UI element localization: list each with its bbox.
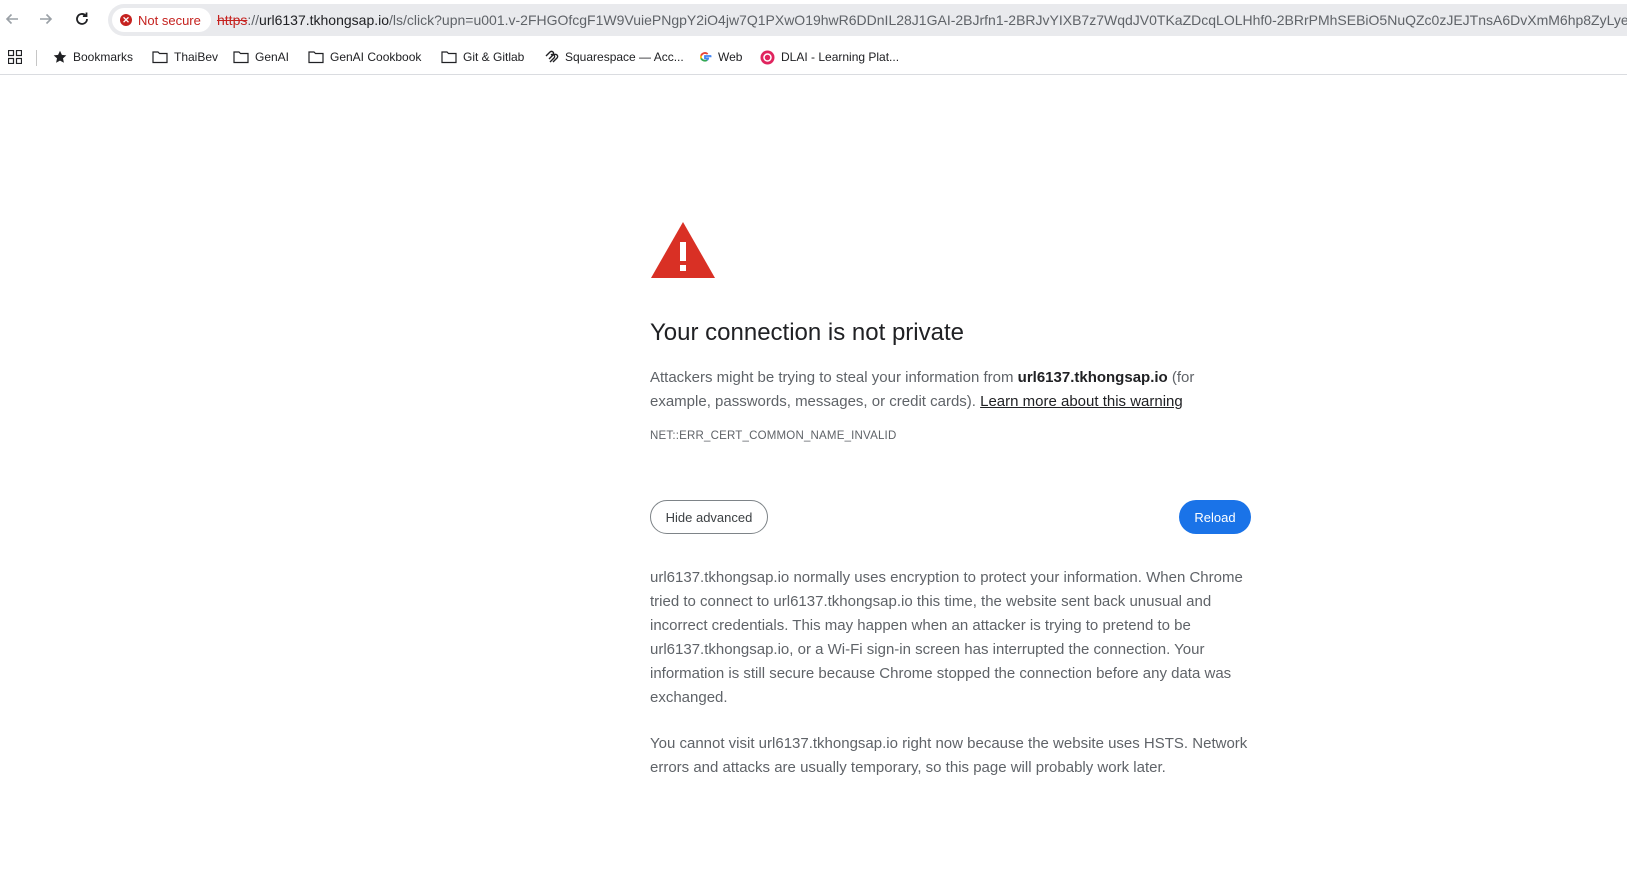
reload-button[interactable]: Reload — [1179, 500, 1251, 534]
page-title: Your connection is not private — [650, 319, 964, 346]
bookmark-label: Web — [718, 50, 743, 64]
url-host: url6137.tkhongsap.io — [259, 12, 390, 28]
bookmark-genai-cookbook[interactable]: GenAI Cookbook — [308, 47, 421, 67]
security-chip[interactable]: ✕ Not secure — [112, 8, 211, 32]
hsts-paragraph: You cannot visit url6137.tkhongsap.io ri… — [650, 735, 1248, 776]
url-scheme: https — [217, 12, 248, 28]
url-separator: :// — [247, 12, 260, 28]
bookmark-squarespace[interactable]: Squarespace — Acc... — [544, 47, 684, 67]
primary-host: url6137.tkhongsap.io — [1017, 369, 1168, 386]
google-icon — [699, 52, 712, 62]
learn-more-link[interactable]: Learn more about this warning — [980, 393, 1183, 410]
bookmark-thaibev[interactable]: ThaiBev — [152, 47, 218, 67]
star-icon — [53, 50, 67, 63]
bookmarks-separator — [36, 50, 37, 66]
address-bar[interactable]: ✕ Not secure https://url6137.tkhongsap.i… — [108, 4, 1627, 36]
forward-button[interactable] — [34, 7, 58, 31]
primary-text-start: Attackers might be trying to steal your … — [650, 369, 1018, 386]
security-chip-label: Not secure — [138, 12, 201, 28]
url-text[interactable]: https://url6137.tkhongsap.io/ls/click?up… — [217, 12, 1627, 28]
reload-page-button[interactable] — [70, 7, 94, 31]
error-circle-icon: ✕ — [120, 14, 132, 26]
apps-grid-icon — [8, 50, 22, 64]
warning-triangle-icon — [651, 222, 715, 278]
arrow-right-icon — [40, 13, 53, 25]
bookmark-dlai[interactable]: DLAI - Learning Plat... — [760, 47, 899, 67]
refresh-icon — [76, 12, 88, 25]
bookmark-label: Bookmarks — [73, 50, 134, 64]
bookmark-label: GenAI — [255, 50, 290, 64]
url-path: /ls/click?upn=u001.v-2FHGOfcgF1W9VuiePNg… — [389, 12, 1627, 28]
bookmark-git-gitlab[interactable]: Git & Gitlab — [441, 47, 524, 67]
arrow-left-icon — [5, 13, 18, 25]
browser-toolbar: ✕ Not secure https://url6137.tkhongsap.i… — [0, 0, 1627, 38]
bookmark-bookmarks[interactable]: Bookmarks — [53, 47, 133, 67]
folder-icon — [152, 51, 168, 64]
folder-icon — [308, 51, 324, 64]
bookmark-web[interactable]: Web — [698, 47, 742, 67]
bookmark-label: Squarespace — Acc... — [565, 50, 684, 64]
dlai-icon — [760, 50, 775, 64]
folder-icon — [441, 51, 457, 64]
bookmarks-bar: Bookmarks ThaiBev GenAI GenAI Cookbook G… — [0, 40, 1627, 75]
hide-advanced-button[interactable]: Hide advanced — [650, 500, 768, 534]
folder-icon — [233, 51, 249, 64]
bookmark-genai[interactable]: GenAI — [233, 47, 289, 67]
details-paragraph: url6137.tkhongsap.io normally uses encry… — [650, 569, 1243, 706]
bookmark-label: ThaiBev — [174, 50, 219, 64]
apps-button[interactable] — [8, 47, 22, 67]
squarespace-icon — [545, 50, 559, 63]
error-code[interactable]: NET::ERR_CERT_COMMON_NAME_INVALID — [650, 430, 896, 442]
primary-paragraph: Attackers might be trying to steal your … — [650, 366, 1220, 414]
bookmark-label: Git & Gitlab — [463, 50, 525, 64]
bookmark-label: GenAI Cookbook — [330, 50, 422, 64]
back-button[interactable] — [0, 7, 24, 31]
bookmark-label: DLAI - Learning Plat... — [781, 50, 900, 64]
